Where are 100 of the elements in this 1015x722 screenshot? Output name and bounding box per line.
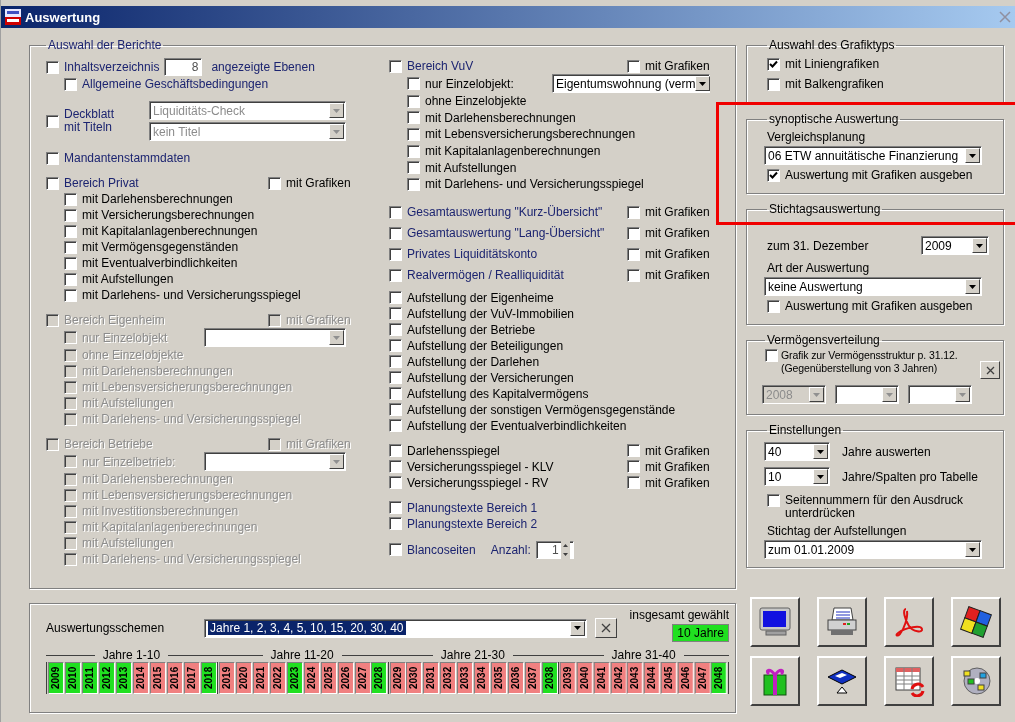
puzzle-button[interactable] [951,597,1001,647]
year-toggle[interactable]: 2023 [286,662,303,694]
year-toggle[interactable]: 2036 [508,662,525,694]
checkbox[interactable] [64,224,77,238]
checkbox[interactable] [46,151,59,165]
clear-button[interactable] [595,618,618,638]
checkbox[interactable] [767,494,780,507]
checkbox[interactable] [389,268,402,282]
checkbox[interactable] [407,77,420,90]
year-toggle[interactable]: 2016 [166,662,183,694]
checkbox[interactable] [64,256,77,270]
dropdown[interactable]: 40 [764,442,830,461]
year-toggle[interactable]: 2018 [200,662,217,694]
checkbox[interactable] [389,226,402,240]
pdf-export-button[interactable] [884,597,934,647]
year-toggle[interactable]: 2033 [457,662,474,694]
number-field[interactable]: 1 [535,540,574,559]
year-toggle[interactable]: 2021 [252,662,269,694]
checkbox[interactable] [407,177,420,191]
checkbox[interactable] [389,403,402,417]
year-toggle[interactable]: 2028 [371,662,388,694]
checkbox[interactable] [389,291,402,305]
disc-button[interactable] [951,656,1001,706]
year-toggle[interactable]: 2046 [677,662,694,694]
year-toggle[interactable]: 2032 [440,662,457,694]
checkbox[interactable] [627,444,640,458]
checkbox[interactable] [407,144,420,158]
checkbox[interactable] [389,387,402,401]
screen-preview-button[interactable] [750,597,800,647]
clear-button[interactable] [980,361,1000,379]
dropdown[interactable]: Eigentumswohnung (verm [552,74,710,93]
checkbox[interactable] [407,161,420,175]
dropdown[interactable]: zum 01.01.2009 [764,540,982,559]
checkbox[interactable] [389,444,402,458]
year-toggle[interactable]: 2034 [474,662,491,694]
year-toggle[interactable]: 2022 [269,662,286,694]
checkbox[interactable] [64,240,77,254]
year-toggle[interactable]: 2019 [218,662,235,694]
checkbox[interactable] [407,94,420,108]
year-toggle[interactable]: 2030 [406,662,423,694]
year-toggle[interactable]: 2012 [98,662,115,694]
checkbox[interactable] [389,517,402,531]
checkbox[interactable] [767,57,780,71]
checkbox[interactable] [389,323,402,337]
year-toggle[interactable]: 2048 [711,662,728,694]
checkbox[interactable] [268,176,281,190]
year-toggle[interactable]: 2013 [115,662,132,694]
gift-button[interactable] [750,656,800,706]
checkbox[interactable] [64,272,77,286]
checkbox[interactable] [767,77,780,91]
save-button[interactable] [817,656,867,706]
checkbox[interactable] [627,476,640,490]
number-field[interactable]: 8 [164,58,203,76]
table-refresh-button[interactable] [884,656,934,706]
checkbox[interactable] [389,247,402,261]
year-toggle[interactable]: 2029 [389,662,406,694]
year-toggle[interactable]: 2043 [627,662,644,694]
dropdown[interactable]: 10 [764,467,830,486]
checkbox[interactable] [389,59,402,73]
year-toggle[interactable]: 2015 [149,662,166,694]
checkbox[interactable] [389,371,402,385]
year-toggle[interactable]: 2041 [593,662,610,694]
year-toggle[interactable]: 2035 [491,662,508,694]
checkbox[interactable] [64,208,77,222]
year-toggle[interactable]: 2009 [48,662,64,694]
year-toggle[interactable]: 2039 [560,662,577,694]
year-toggle[interactable]: 2014 [132,662,149,694]
year-toggle[interactable]: 2026 [337,662,354,694]
year-toggle[interactable]: 2044 [644,662,660,694]
checkbox[interactable] [627,205,640,219]
checkbox[interactable] [767,168,780,182]
checkbox[interactable] [627,226,640,240]
checkbox[interactable] [627,247,640,261]
checkbox[interactable] [389,501,402,515]
checkbox[interactable] [46,60,59,74]
checkbox[interactable] [389,205,402,219]
dropdown[interactable]: 2009 [921,236,989,255]
checkbox[interactable] [765,349,778,362]
dropdown[interactable]: Jahre 1, 2, 3, 4, 5, 10, 15, 20, 30, 40 [204,618,588,638]
checkbox[interactable] [389,419,402,433]
year-toggle[interactable]: 2038 [542,662,559,694]
year-toggle[interactable]: 2042 [610,662,627,694]
checkbox[interactable] [46,114,59,128]
checkbox[interactable] [627,460,640,474]
year-toggle[interactable]: 2027 [354,662,371,694]
checkbox[interactable] [389,476,402,490]
year-toggle[interactable]: 2047 [694,662,711,694]
year-toggle[interactable]: 2011 [81,662,98,694]
dropdown[interactable]: keine Auswertung [764,277,982,296]
checkbox[interactable] [389,307,402,321]
checkbox[interactable] [389,355,402,369]
print-button[interactable] [817,597,867,647]
checkbox[interactable] [767,299,780,313]
year-toggle[interactable]: 2024 [303,662,320,694]
year-toggle[interactable]: 2045 [660,662,677,694]
checkbox[interactable] [407,128,420,141]
checkbox[interactable] [389,460,402,474]
checkbox[interactable] [46,176,59,190]
year-toggle[interactable]: 2025 [320,662,337,694]
year-toggle[interactable]: 2040 [577,662,593,694]
